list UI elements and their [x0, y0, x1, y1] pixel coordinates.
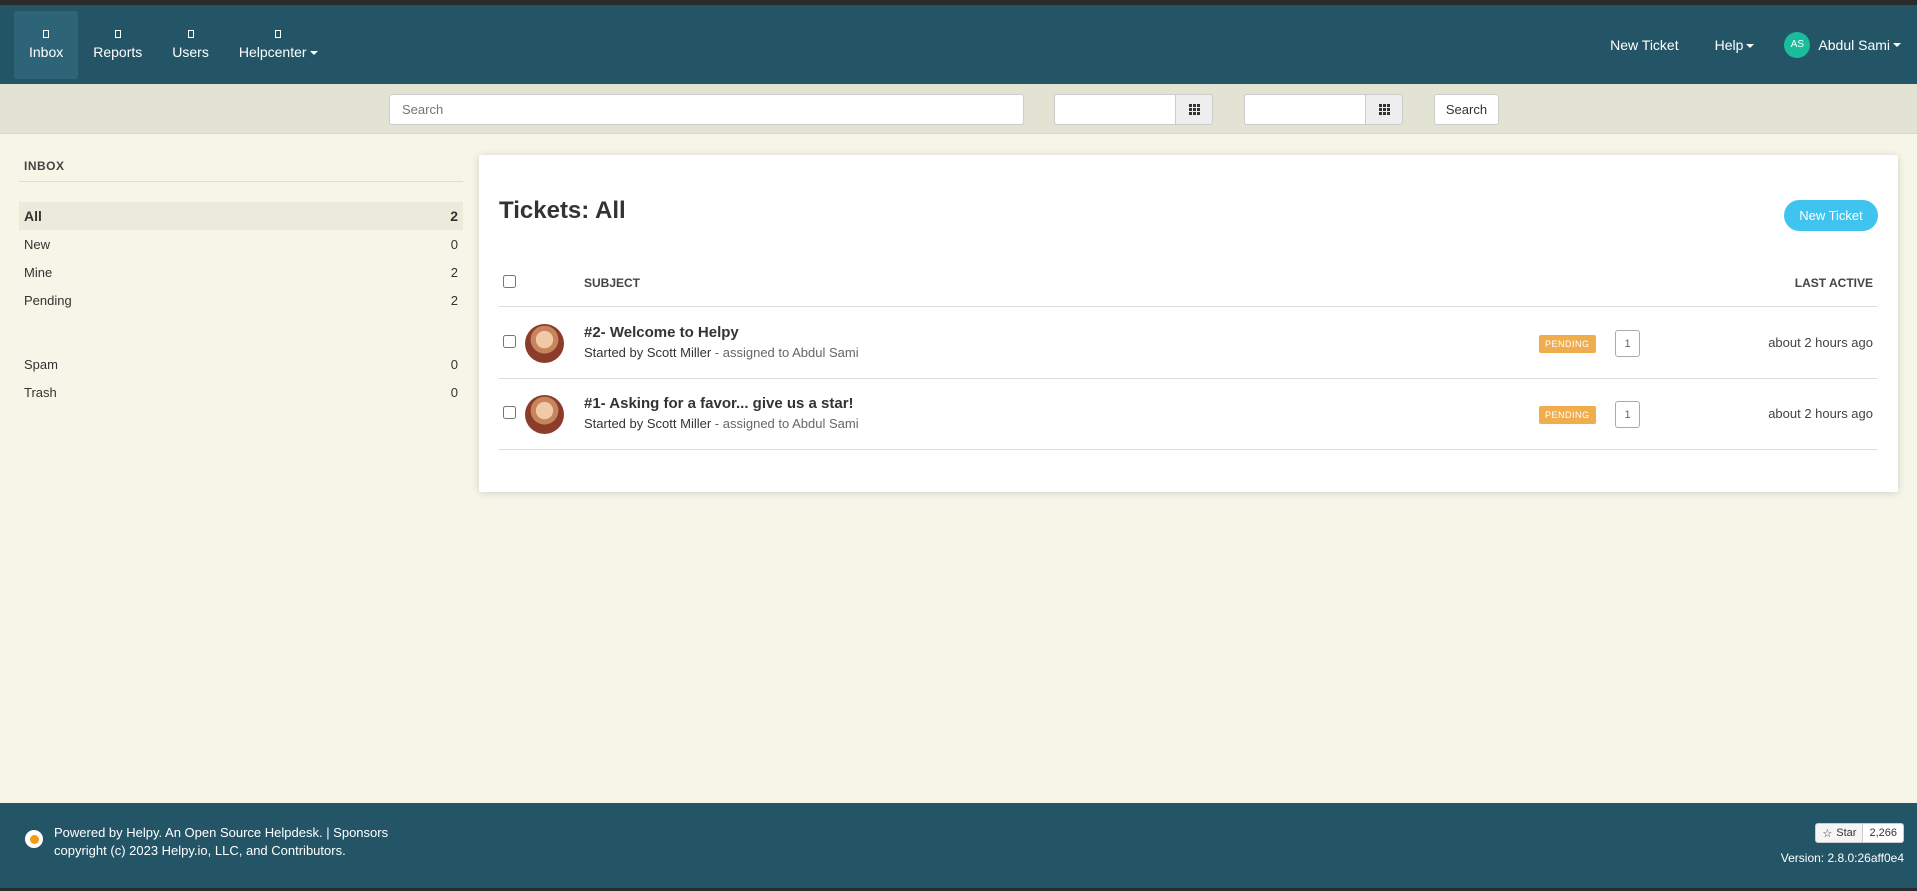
helpcenter-text: Helpcenter — [238, 44, 307, 60]
calendar-icon — [1378, 104, 1390, 115]
tickets-panel: Tickets: All New Ticket SUBJECT LAST ACT… — [479, 155, 1898, 492]
table-header: SUBJECT LAST ACTIVE — [499, 265, 1877, 307]
select-all-checkbox-wrap — [503, 275, 516, 291]
chevron-down-icon — [1893, 42, 1901, 47]
sidebar-item-trash[interactable]: Trash 0 — [19, 378, 463, 406]
table-row[interactable]: #2- Welcome to Helpy Started by Scott Mi… — [499, 308, 1877, 379]
nav-help-dropdown[interactable]: Help — [1715, 37, 1755, 53]
ticket-meta: Started by Scott Miller - assigned to Ab… — [584, 416, 859, 431]
nav-reports-label: Reports — [93, 44, 143, 60]
sidebar-item-count: 0 — [450, 236, 458, 252]
version-text: Version: 2.8.0:26aff0e4 — [1780, 851, 1904, 865]
search-input[interactable] — [389, 94, 1024, 125]
reply-count: 1 — [1615, 401, 1640, 428]
ticket-subject-link[interactable]: #1- Asking for a favor... give us a star… — [584, 395, 854, 412]
main-nav: Inbox Reports Users Helpcenter — [14, 11, 333, 79]
start-date-calendar-button[interactable] — [1175, 94, 1213, 125]
row-checkbox-wrap — [503, 335, 516, 353]
reports-icon — [114, 30, 121, 38]
ticket-subject-link[interactable]: #2- Welcome to Helpy — [584, 324, 739, 341]
avatar — [525, 395, 564, 434]
avatar: AS — [1784, 31, 1811, 58]
status-badge: PENDING — [1539, 335, 1596, 353]
search-bar: Search — [0, 84, 1917, 134]
github-star-widget: ☆ Star 2,266 — [1815, 823, 1904, 843]
sidebar-item-all[interactable]: All 2 — [19, 202, 463, 230]
chevron-down-icon — [1746, 43, 1755, 48]
status-badge: PENDING — [1539, 406, 1596, 424]
nav-inbox-label: Inbox — [29, 44, 64, 60]
sidebar-item-count: 0 — [450, 384, 458, 400]
row-checkbox[interactable] — [503, 335, 516, 348]
new-ticket-button[interactable]: New Ticket — [1784, 200, 1878, 231]
sidebar-item-count: 2 — [450, 208, 458, 224]
sidebar-item-pending[interactable]: Pending 2 — [19, 286, 463, 314]
sidebar-item-count: 2 — [450, 292, 458, 308]
github-star-button[interactable]: ☆ Star — [1815, 823, 1864, 843]
started-by: Scott Miller — [646, 416, 712, 431]
last-active: about 2 hours ago — [1768, 335, 1873, 350]
star-label: Star — [1836, 827, 1857, 839]
footer-copyright: copyright (c) 2023 Helpy.io, LLC, and Co… — [54, 843, 346, 858]
sidebar-item-label: Pending — [24, 292, 72, 308]
search-button[interactable]: Search — [1434, 94, 1499, 125]
user-name: Abdul Sami — [1818, 36, 1890, 53]
sidebar-item-count: 0 — [450, 356, 458, 372]
footer-powered-by[interactable]: Powered by Helpy. An Open Source Helpdes… — [54, 825, 388, 840]
assigned-prefix: - assigned to — [711, 345, 790, 360]
row-checkbox-wrap — [503, 406, 516, 424]
sidebar-item-new[interactable]: New 0 — [19, 230, 463, 258]
sidebar-item-label: New — [24, 236, 51, 252]
star-count[interactable]: 2,266 — [1863, 823, 1904, 843]
sidebar-item-mine[interactable]: Mine 2 — [19, 258, 463, 286]
nav-inbox[interactable]: Inbox — [14, 11, 79, 79]
nav-helpcenter-label: Helpcenter — [239, 44, 318, 60]
user-menu[interactable]: AS Abdul Sami — [1784, 31, 1901, 58]
end-date-calendar-button[interactable] — [1365, 94, 1403, 125]
top-navbar: Inbox Reports Users Helpcenter New Ticke… — [0, 5, 1917, 84]
footer: Powered by Helpy. An Open Source Helpdes… — [0, 803, 1917, 888]
nav-reports[interactable]: Reports — [78, 11, 157, 79]
reply-count: 1 — [1615, 330, 1640, 357]
page-title: Tickets: All — [499, 197, 626, 224]
chevron-down-icon — [309, 51, 318, 56]
table-row[interactable]: #1- Asking for a favor... give us a star… — [499, 379, 1877, 450]
column-subject[interactable]: SUBJECT — [584, 276, 640, 290]
assigned-to: Abdul Sami — [792, 416, 859, 431]
help-text: Help — [1714, 36, 1744, 53]
assigned-prefix: - assigned to — [711, 416, 790, 431]
nav-right: New Ticket Help AS Abdul Sami — [1574, 5, 1901, 84]
sidebar-item-count: 2 — [450, 264, 458, 280]
nav-new-ticket-link[interactable]: New Ticket — [1610, 37, 1678, 53]
sidebar-item-spam[interactable]: Spam 0 — [19, 350, 463, 378]
inbox-icon — [43, 30, 50, 38]
sidebar-item-label: Spam — [24, 356, 58, 372]
select-all-checkbox[interactable] — [503, 275, 516, 288]
start-date-input[interactable] — [1054, 94, 1175, 125]
ticket-meta: Started by Scott Miller - assigned to Ab… — [584, 345, 859, 360]
sidebar-item-label: All — [24, 208, 42, 224]
star-icon: ☆ — [1822, 827, 1833, 840]
started-by-prefix: Started by — [584, 345, 644, 360]
started-by-prefix: Started by — [584, 416, 644, 431]
nav-helpcenter[interactable]: Helpcenter — [224, 11, 333, 79]
nav-users-label: Users — [172, 44, 209, 60]
sidebar: INBOX All 2 New 0 Mine 2 Pending 2 Spam … — [19, 156, 463, 406]
calendar-icon — [1188, 104, 1200, 115]
row-checkbox[interactable] — [503, 406, 516, 419]
nav-users[interactable]: Users — [157, 11, 224, 79]
end-date-input[interactable] — [1244, 94, 1365, 125]
sidebar-item-label: Mine — [24, 264, 53, 280]
assigned-to: Abdul Sami — [792, 345, 859, 360]
column-last-active[interactable]: LAST ACTIVE — [1795, 276, 1873, 290]
sidebar-item-label: Trash — [24, 384, 57, 400]
users-icon — [187, 30, 194, 38]
sidebar-title: INBOX — [19, 156, 463, 182]
helpcenter-icon — [275, 30, 282, 38]
helpy-logo-icon — [25, 830, 43, 848]
avatar — [525, 324, 564, 363]
started-by: Scott Miller — [646, 345, 712, 360]
last-active: about 2 hours ago — [1768, 406, 1873, 421]
